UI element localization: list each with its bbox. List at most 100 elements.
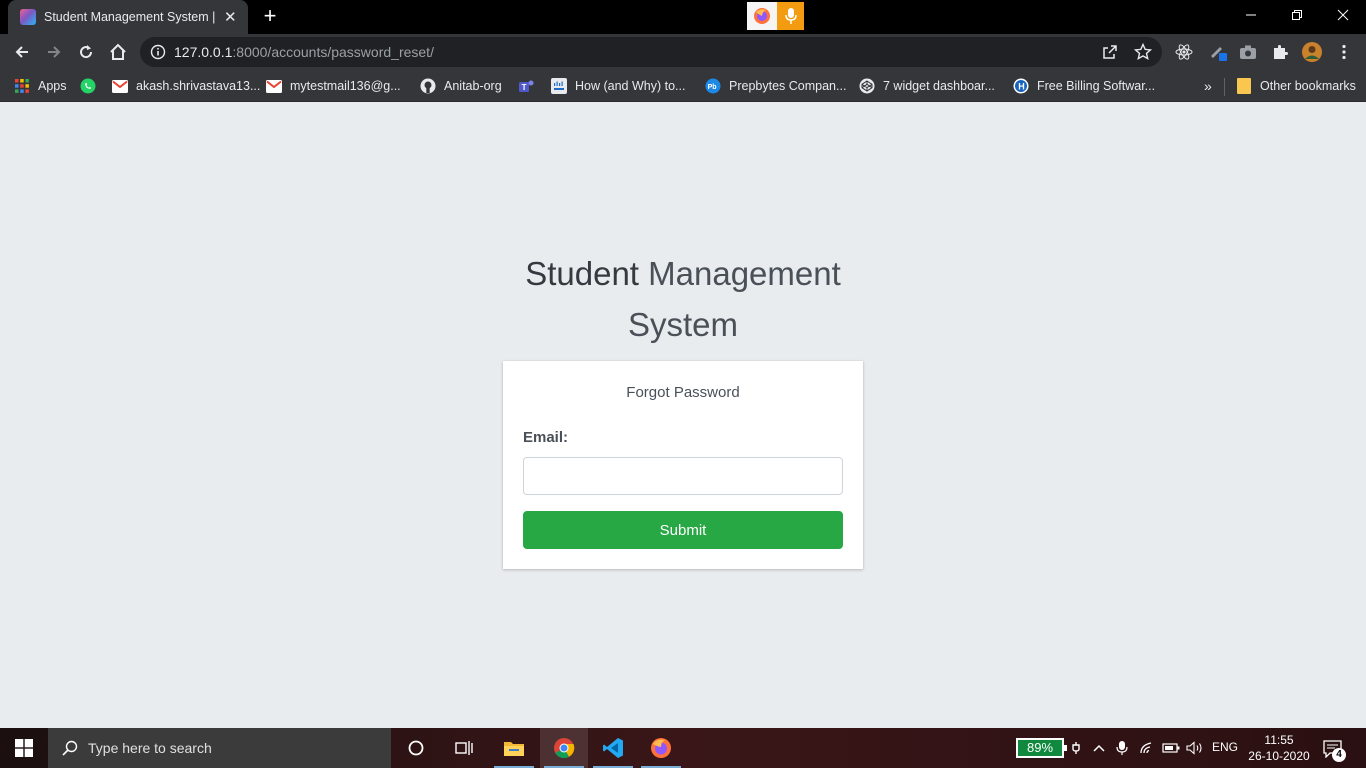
firefox-extension-icon[interactable] [747, 2, 777, 30]
page-title-bold: Student [525, 255, 639, 292]
bookmark-label: 7 widget dashboar... [883, 79, 995, 93]
camera-extension-icon[interactable] [1234, 38, 1262, 66]
taskbar-clock[interactable]: 11:55 26-10-2020 [1246, 732, 1312, 764]
windows-taskbar: Type here to search 89% ENG 11:55 26-10-… [0, 728, 1366, 768]
bookmark-how-and-why[interactable]: How (and Why) to... [551, 75, 685, 97]
microphone-extension-icon[interactable] [777, 2, 804, 30]
taskbar-file-explorer[interactable] [490, 728, 538, 768]
notification-count-badge: 4 [1332, 748, 1346, 762]
power-plug-icon [1066, 736, 1086, 760]
volume-icon[interactable] [1185, 736, 1205, 760]
svg-text:H: H [1018, 82, 1025, 92]
home-button[interactable] [104, 38, 132, 66]
teams-icon: T [518, 78, 534, 94]
bookmark-teams[interactable]: T [518, 75, 542, 97]
url-path: :8000/accounts/password_reset/ [232, 44, 434, 60]
open-in-new-window-icon[interactable] [1102, 44, 1118, 65]
bookmark-label: akash.shrivastava13... [136, 79, 261, 93]
taskbar-vscode[interactable] [589, 728, 637, 768]
url-host: 127.0.0.1 [174, 44, 233, 60]
gmail-icon [266, 78, 282, 94]
clock-time: 11:55 [1264, 733, 1294, 747]
folder-icon [1236, 78, 1252, 94]
bookmark-gmail-mytestmail[interactable]: mytestmail136@g... [266, 75, 401, 97]
wifi-icon[interactable] [1137, 736, 1157, 760]
bookmark-gmail-akash[interactable]: akash.shrivastava13... [112, 75, 260, 97]
site-info-icon[interactable] [150, 44, 166, 65]
react-devtools-icon[interactable] [1170, 38, 1198, 66]
codepen-icon [859, 78, 875, 94]
bookmark-apps[interactable]: Apps [14, 75, 67, 97]
password-reset-card: Forgot Password Email: Submit [503, 361, 863, 569]
taskbar-chrome[interactable] [540, 728, 588, 768]
other-bookmarks-folder[interactable]: Other bookmarks [1236, 75, 1356, 97]
browser-title-bar: Student Management System | Lo ✕ + [0, 0, 1366, 34]
page-title-rest: Management System [627, 255, 841, 343]
tab-close-icon[interactable]: ✕ [223, 8, 239, 26]
bookmark-label: Anitab-org [444, 79, 502, 93]
task-view-icon [455, 741, 473, 755]
bookmark-label: Apps [38, 79, 67, 93]
minimize-window-button[interactable] [1228, 0, 1274, 30]
gmail-icon [112, 78, 128, 94]
extensions-puzzle-icon[interactable] [1266, 38, 1294, 66]
search-icon [62, 740, 78, 756]
bookmark-prepbytes[interactable]: Pb Prepbytes Compan... [705, 75, 846, 97]
close-window-button[interactable] [1320, 0, 1366, 30]
bookmark-label: mytestmail136@g... [290, 79, 401, 93]
page-title: Student Management System [483, 248, 883, 350]
email-label: Email: [523, 429, 569, 446]
bookmark-label: Free Billing Softwar... [1037, 79, 1156, 93]
bookmark-label: Prepbytes Compan... [729, 79, 847, 93]
cortana-circle-icon [408, 740, 424, 756]
bookmark-free-billing[interactable]: H Free Billing Softwar... [1013, 75, 1155, 97]
browser-toolbar: 127.0.0.1:8000/accounts/password_reset/ [0, 34, 1366, 70]
bookmark-whatsapp[interactable] [80, 75, 104, 97]
card-message: Forgot Password [626, 384, 740, 401]
battery-indicator[interactable]: 89% [1016, 738, 1067, 758]
search-placeholder: Type here to search [88, 740, 212, 756]
billing-icon: H [1013, 78, 1029, 94]
profile-avatar[interactable] [1298, 38, 1326, 66]
email-input[interactable] [523, 457, 843, 495]
pen-extension-icon[interactable] [1204, 38, 1232, 66]
cisco-icon [551, 78, 567, 94]
bookmark-widget-dashboard[interactable]: 7 widget dashboar... [859, 75, 995, 97]
browser-tab-active[interactable]: Student Management System | Lo ✕ [8, 0, 248, 34]
url-text[interactable]: 127.0.0.1:8000/accounts/password_reset/ [174, 44, 434, 60]
github-icon [420, 78, 436, 94]
action-center-button[interactable]: 4 [1318, 736, 1348, 762]
whatsapp-icon [80, 78, 96, 94]
firefox-icon [651, 738, 671, 758]
new-tab-button[interactable]: + [258, 4, 282, 30]
tab-title: Student Management System | Lo [44, 10, 217, 24]
reload-button[interactable] [72, 38, 100, 66]
svg-text:Pb: Pb [708, 84, 717, 91]
input-language-indicator[interactable]: ENG [1212, 740, 1238, 754]
svg-text:T: T [522, 83, 527, 92]
bookmarks-divider [1224, 78, 1225, 96]
bookmark-star-icon[interactable] [1133, 42, 1153, 66]
bookmarks-bar: Apps akash.shrivastava13... mytestmail13… [0, 70, 1366, 102]
taskbar-search-box[interactable]: Type here to search [48, 728, 391, 768]
taskbar-firefox[interactable] [637, 728, 685, 768]
submit-button[interactable]: Submit [523, 511, 843, 549]
bookmarks-overflow-button[interactable]: » [1204, 75, 1212, 97]
battery-tray-icon[interactable] [1161, 736, 1181, 760]
bookmark-label: How (and Why) to... [575, 79, 686, 93]
address-bar[interactable]: 127.0.0.1:8000/accounts/password_reset/ [140, 37, 1162, 67]
task-view-button[interactable] [440, 728, 488, 768]
start-button[interactable] [0, 728, 48, 768]
microphone-icon[interactable] [1112, 736, 1132, 760]
chrome-icon [554, 738, 575, 759]
back-button[interactable] [8, 38, 36, 66]
bookmark-anitab[interactable]: Anitab-org [420, 75, 502, 97]
show-hidden-icons-chevron-icon[interactable] [1089, 736, 1109, 760]
restore-window-button[interactable] [1274, 0, 1320, 30]
site-favicon-icon [20, 9, 36, 25]
cortana-button[interactable] [392, 728, 440, 768]
forward-button[interactable] [40, 38, 68, 66]
bookmark-label: Other bookmarks [1260, 79, 1356, 93]
browser-menu-icon[interactable] [1330, 38, 1358, 66]
vscode-icon [603, 738, 623, 758]
